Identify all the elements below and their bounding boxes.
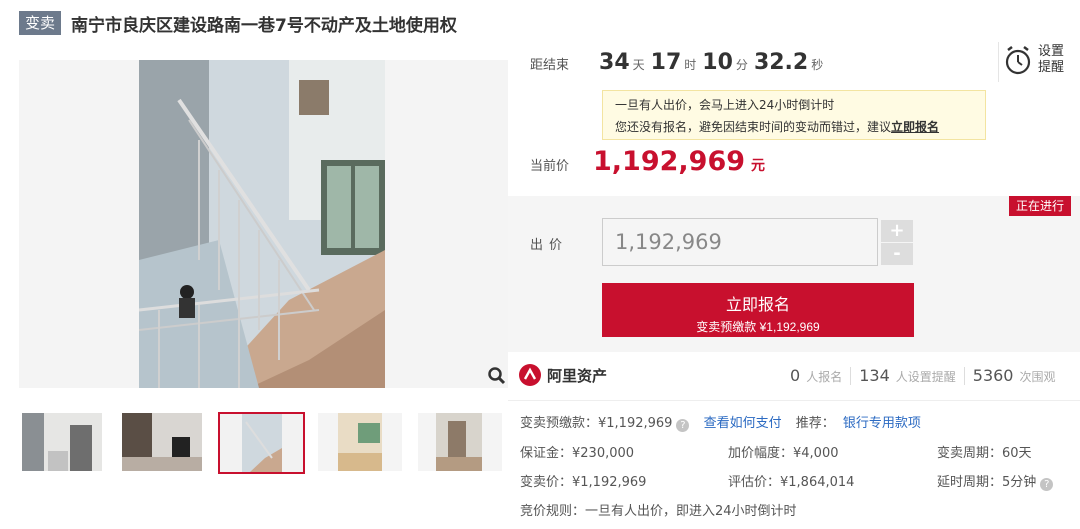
brand: 阿里资产 [519, 364, 607, 386]
sale-price-value: 变卖价：¥1,192,969 [520, 475, 647, 490]
deposit-label: 变卖预缴款：¥1,192,969 [520, 416, 673, 431]
zoom-icon[interactable] [484, 363, 510, 389]
help-icon[interactable]: ? [1040, 478, 1054, 491]
register-now-button[interactable]: 立即报名 变卖预缴款 ¥1,192,969 [602, 283, 914, 337]
thumbnail-3[interactable] [218, 412, 305, 474]
bid-label: 出价 [530, 238, 569, 253]
viewers-count: 5360 [972, 366, 1014, 385]
decrease-bid-button[interactable]: - [881, 243, 913, 265]
divider [963, 366, 965, 385]
countdown-hours: 17 [650, 50, 682, 75]
countdown-seconds-unit: 秒 [811, 58, 824, 72]
recommend-label: 推荐： [795, 416, 835, 431]
delay-period-row: 延时周期：5分钟? [937, 471, 1054, 491]
set-reminder-label: 设置提醒 [1038, 44, 1065, 75]
alarm-clock-icon [1005, 46, 1031, 75]
deposit-amount-label: 变卖预缴款 ¥1,192,969 [696, 320, 820, 334]
set-reminder-button[interactable]: 设置提醒 [1004, 44, 1068, 76]
sale-period-value: 变卖周期：60天 [937, 446, 1032, 461]
main-photo [139, 60, 385, 388]
register-now-link[interactable]: 立即报名 [891, 120, 939, 134]
current-price-unit: 元 [751, 158, 766, 174]
stats-row: 0 人报名 134 人设置提醒 5360 次围观 [790, 366, 1056, 385]
current-price: 当前价 1,192,969 元 [530, 146, 765, 177]
countdown-hours-unit: 时 [684, 58, 697, 72]
page-header: 变卖 南宁市良庆区建设路南一巷7号不动产及土地使用权 [19, 10, 457, 36]
countdown-days: 34 [599, 50, 630, 75]
ali-assets-logo-icon [519, 364, 541, 386]
main-photo-viewer[interactable] [19, 60, 508, 388]
viewers-label: 次围观 [1019, 370, 1056, 384]
notice-line-2: 您还没有报名，避免因结束时间的变动而错过，建议立即报名 [615, 116, 973, 138]
bid-amount-input[interactable] [602, 218, 878, 266]
current-price-label: 当前价 [530, 159, 570, 174]
notice-line-2-text: 您还没有报名，避免因结束时间的变动而错过，建议 [615, 120, 892, 134]
countdown: 距结束 34 天 17 时 10 分 32.2 秒 [530, 50, 823, 75]
status-badge: 正在进行 [1009, 196, 1072, 216]
brand-name: 阿里资产 [547, 366, 608, 385]
notice-line-1: 一旦有人出价，会马上进入24小时倒计时 [615, 98, 835, 112]
registrants-label: 人报名 [806, 370, 843, 384]
countdown-minutes-unit: 分 [735, 58, 748, 72]
how-to-pay-link[interactable]: 查看如何支付 [704, 416, 782, 431]
countdown-days-unit: 天 [632, 58, 645, 72]
registrants-count: 0 [790, 366, 801, 385]
register-now-label: 立即报名 [725, 297, 790, 314]
reminders-count: 134 [859, 366, 890, 385]
bank-payment-link[interactable]: 银行专用款项 [843, 416, 921, 431]
increase-bid-button[interactable]: + [881, 220, 913, 242]
thumbnail-1[interactable] [22, 413, 102, 471]
page-title: 南宁市良庆区建设路南一巷7号不动产及土地使用权 [71, 15, 457, 36]
countdown-minutes: 10 [702, 50, 733, 75]
thumbnail-2[interactable] [122, 413, 202, 471]
delay-period-value: 延时周期：5分钟 [937, 475, 1037, 490]
increment-value: 加价幅度：¥4,000 [728, 446, 839, 461]
countdown-seconds: 32.2 [753, 50, 809, 75]
auction-type-tag: 变卖 [19, 11, 62, 35]
deposit-info-row: 变卖预缴款：¥1,192,969? 查看如何支付 推荐： 银行专用款项 [520, 412, 921, 432]
divider [508, 400, 1080, 401]
notice-box: 一旦有人出价，会马上进入24小时倒计时 您还没有报名，避免因结束时间的变动而错过… [602, 90, 986, 140]
current-price-value: 1,192,969 [593, 146, 746, 177]
divider [850, 366, 852, 385]
divider [998, 42, 999, 82]
thumbnail-4[interactable] [318, 413, 402, 471]
help-icon[interactable]: ? [676, 419, 690, 432]
bidding-rule: 竞价规则：一旦有人出价，即进入24小时倒计时 [520, 504, 797, 519]
countdown-label: 距结束 [530, 58, 570, 73]
thumbnail-5[interactable] [418, 413, 502, 471]
reminders-label: 人设置提醒 [895, 370, 956, 384]
margin-value: 保证金：¥230,000 [520, 446, 635, 461]
appraisal-value: 评估价：¥1,864,014 [728, 475, 855, 490]
